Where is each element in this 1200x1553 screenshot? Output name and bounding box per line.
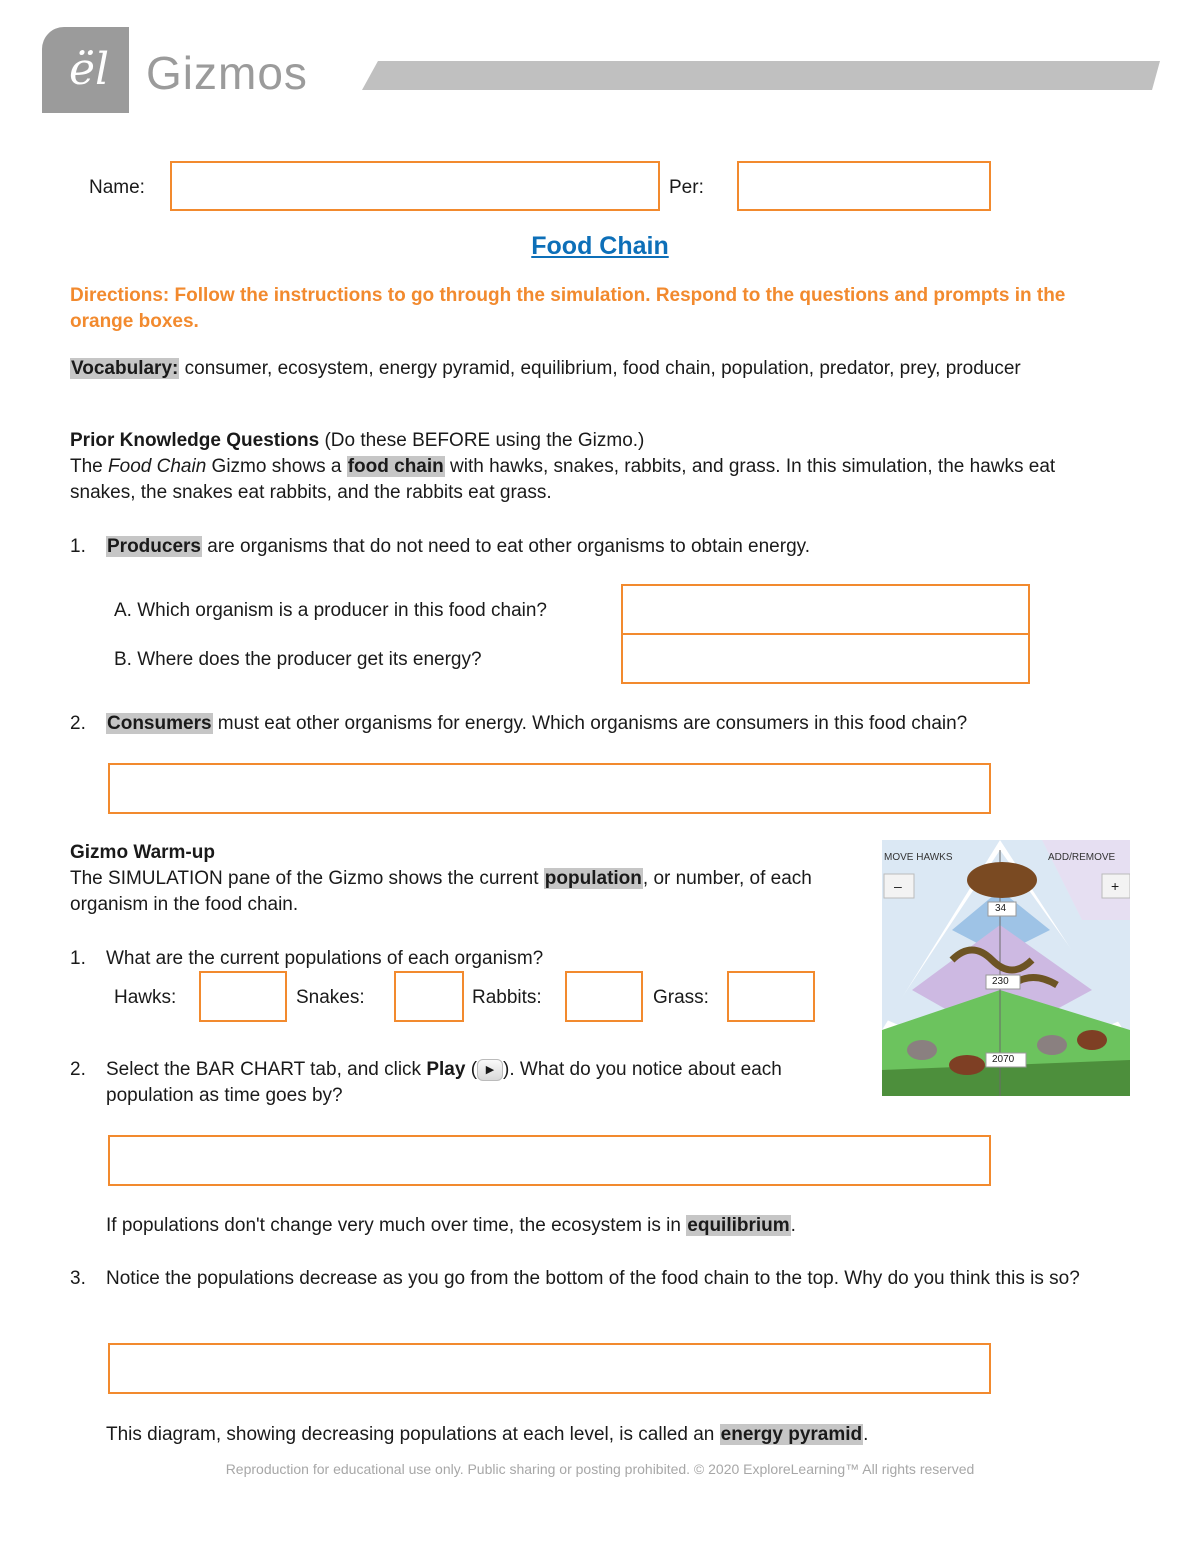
question-number: 1. bbox=[70, 948, 86, 969]
rabbits-count: 2070 bbox=[992, 1054, 1015, 1065]
pk-q1b-label: B. Where does the producer get its energ… bbox=[114, 649, 482, 670]
name-label: Name: bbox=[89, 177, 145, 198]
header-bar bbox=[362, 61, 1160, 90]
period-field[interactable] bbox=[737, 161, 991, 211]
pk-q1b-answer-field[interactable] bbox=[621, 633, 1030, 684]
warmup-q2-answer-field[interactable] bbox=[108, 1135, 991, 1186]
warmup-heading: Gizmo Warm-up bbox=[70, 842, 215, 863]
warmup-question-1: What are the current populations of each… bbox=[106, 948, 544, 969]
term-consumers: Consumers bbox=[106, 713, 213, 734]
prior-knowledge-intro: The Food Chain Gizmo shows a food chain … bbox=[70, 456, 1056, 503]
rabbits-field[interactable] bbox=[565, 971, 643, 1022]
snakes-field[interactable] bbox=[394, 971, 464, 1022]
pk-q1a-answer-field[interactable] bbox=[621, 584, 1030, 635]
question-number: 3. bbox=[70, 1268, 86, 1289]
term-energy-pyramid: energy pyramid bbox=[719, 1424, 864, 1445]
energy-pyramid-note: This diagram, showing decreasing populat… bbox=[106, 1424, 869, 1445]
vocabulary-terms: consumer, ecosystem, energy pyramid, equ… bbox=[184, 358, 1021, 379]
hawks-count: 34 bbox=[995, 903, 1007, 914]
term-equilibrium: equilibrium bbox=[686, 1215, 791, 1236]
vocabulary: Vocabulary: consumer, ecosystem, energy … bbox=[70, 356, 1080, 382]
minus-button: – bbox=[894, 878, 902, 894]
term-producers: Producers bbox=[106, 536, 202, 557]
pk-q2-answer-field[interactable] bbox=[108, 763, 991, 814]
prior-knowledge-note: (Do these BEFORE using the Gizmo.) bbox=[324, 430, 645, 451]
play-label: Play bbox=[426, 1059, 466, 1080]
warmup-question-2: Select the BAR CHART tab, and click Play… bbox=[106, 1059, 782, 1106]
add-remove-label: ADD/REMOVE bbox=[1048, 852, 1116, 863]
pk-question-2: Consumers must eat other organisms for e… bbox=[106, 713, 968, 734]
simulation-pyramid-image: MOVE HAWKS ADD/REMOVE – + 34 230 2070 bbox=[882, 840, 1130, 1096]
logo-glyph-icon: ël bbox=[68, 44, 110, 95]
warmup-section: Gizmo Warm-up The SIMULATION pane of the… bbox=[70, 840, 870, 918]
rabbits-label: Rabbits: bbox=[472, 987, 542, 1008]
vocabulary-label: Vocabulary: bbox=[70, 358, 180, 379]
move-hawks-label: MOVE HAWKS bbox=[884, 852, 953, 863]
pk-question-1: Producers are organisms that do not need… bbox=[106, 536, 811, 557]
hawks-label: Hawks: bbox=[114, 987, 177, 1008]
term-population: population bbox=[543, 868, 643, 889]
grass-label: Grass: bbox=[653, 987, 709, 1008]
grass-field[interactable] bbox=[727, 971, 815, 1022]
question-number: 2. bbox=[70, 1059, 86, 1080]
hawks-field[interactable] bbox=[199, 971, 287, 1022]
brand-name: Gizmos bbox=[146, 47, 308, 99]
snakes-label: Snakes: bbox=[296, 987, 365, 1008]
page-title: Food Chain bbox=[531, 232, 669, 260]
directions: Directions: Follow the instructions to g… bbox=[70, 285, 1066, 332]
question-number: 1. bbox=[70, 536, 86, 557]
equilibrium-note: If populations don't change very much ov… bbox=[106, 1215, 796, 1236]
play-icon: ▶ bbox=[477, 1059, 504, 1081]
footer-copyright: Reproduction for educational use only. P… bbox=[225, 1461, 975, 1477]
question-number: 2. bbox=[70, 713, 86, 734]
name-field[interactable] bbox=[170, 161, 660, 211]
period-label: Per: bbox=[669, 177, 704, 198]
prior-knowledge-section: Prior Knowledge Questions (Do these BEFO… bbox=[70, 428, 1100, 506]
warmup-intro: The SIMULATION pane of the Gizmo shows t… bbox=[70, 868, 812, 915]
snakes-count: 230 bbox=[992, 976, 1009, 987]
term-food-chain: food chain bbox=[346, 456, 445, 477]
warmup-q3-answer-field[interactable] bbox=[108, 1343, 991, 1394]
warmup-question-3: Notice the populations decrease as you g… bbox=[106, 1268, 1080, 1289]
plus-button: + bbox=[1111, 878, 1120, 894]
prior-knowledge-heading: Prior Knowledge Questions bbox=[70, 430, 320, 451]
pk-q1a-label: A. Which organism is a producer in this … bbox=[114, 600, 547, 621]
